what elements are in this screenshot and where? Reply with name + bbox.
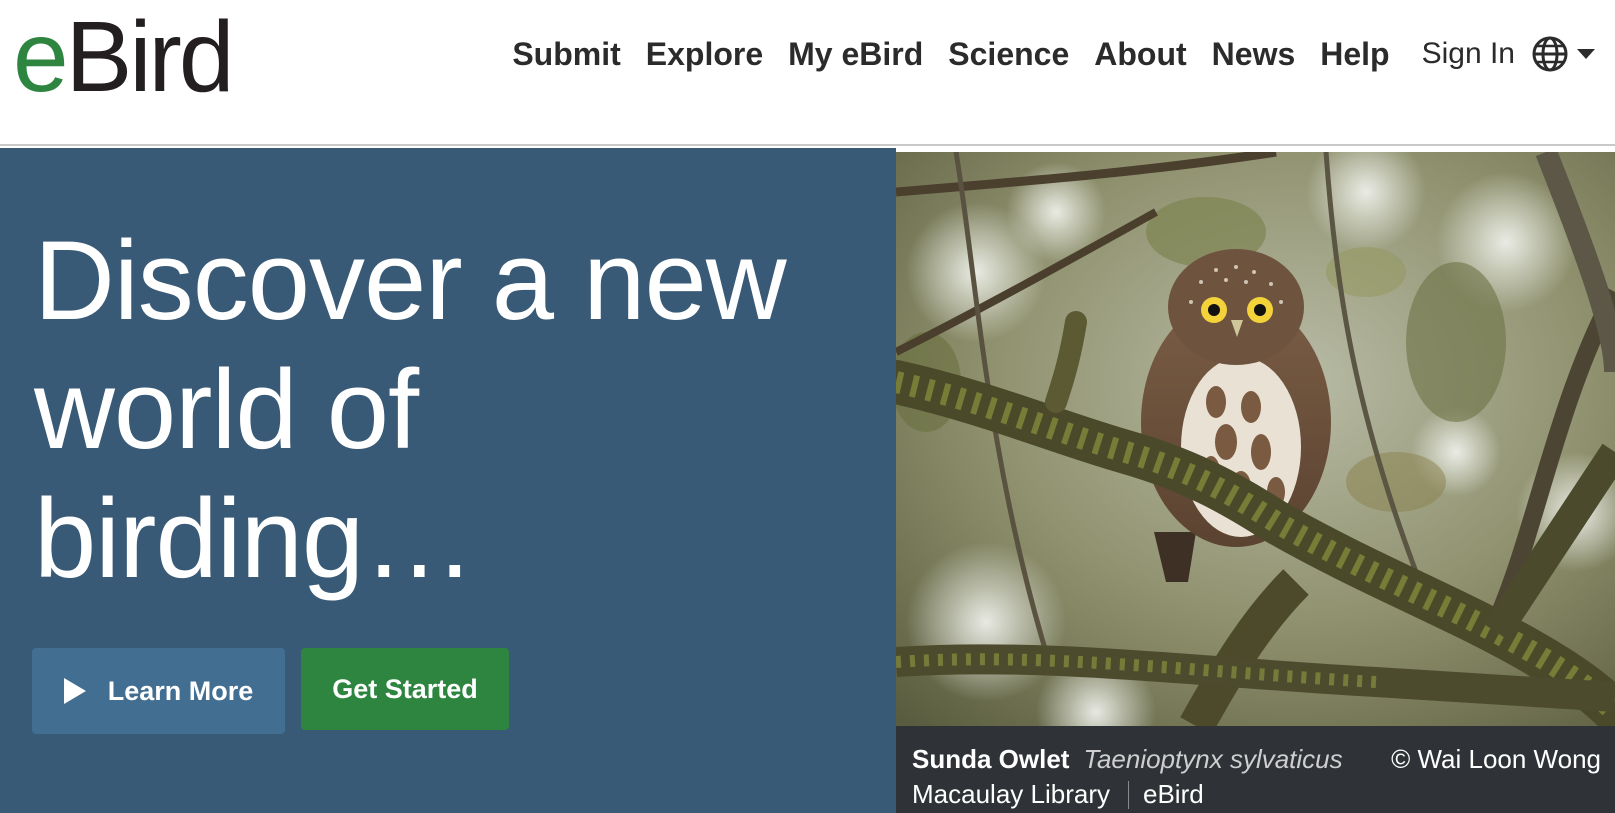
macaulay-library-link[interactable]: Macaulay Library [912, 779, 1110, 810]
sign-in-link[interactable]: Sign In [1422, 37, 1515, 71]
hero-title-line-3: birding… [34, 476, 475, 601]
learn-more-button[interactable]: Learn More [32, 648, 285, 734]
hero-title: Discover a new world of birding… [34, 216, 834, 603]
species-scientific-name: Taenioptynx sylvaticus [1083, 744, 1343, 774]
site-header: eBird Submit Explore My eBird Science Ab… [0, 0, 1615, 146]
caret-down-icon [1577, 49, 1595, 59]
nav-explore[interactable]: Explore [646, 36, 763, 73]
logo-word-bird: Bird [65, 1, 235, 113]
owl-photo [896, 152, 1615, 726]
hero-title-line-2: world of [34, 347, 419, 472]
nav-help[interactable]: Help [1320, 36, 1389, 73]
language-selector[interactable] [1531, 35, 1597, 73]
play-icon [63, 678, 86, 704]
ebird-logo[interactable]: eBird [13, 1, 235, 113]
nav-news[interactable]: News [1212, 36, 1296, 73]
learn-more-label: Learn More [107, 675, 254, 706]
photo-credit[interactable]: © Wai Loon Wong [1391, 744, 1601, 775]
caption-line-1: Sunda Owlet Taenioptynx sylvaticus © Wai… [912, 744, 1601, 775]
ebird-link[interactable]: eBird [1143, 779, 1204, 810]
get-started-button[interactable]: Get Started [301, 648, 509, 730]
main-nav: Submit Explore My eBird Science About Ne… [512, 28, 1597, 80]
species-common-name[interactable]: Sunda Owlet [912, 744, 1069, 775]
nav-my-ebird[interactable]: My eBird [788, 36, 923, 73]
globe-icon [1532, 36, 1568, 72]
caption-divider [1127, 780, 1129, 809]
hero-title-line-1: Discover a new [34, 218, 787, 343]
logo-letter-e: e [13, 1, 69, 113]
caption-line-2: Macaulay Library eBird [912, 779, 1204, 810]
hero-panel: Discover a new world of birding… Learn M… [0, 148, 896, 813]
nav-submit[interactable]: Submit [512, 36, 620, 73]
photo-caption: Sunda Owlet Taenioptynx sylvaticus © Wai… [896, 726, 1615, 813]
nav-about[interactable]: About [1094, 36, 1186, 73]
owl-photo-illustration [896, 152, 1615, 726]
nav-science[interactable]: Science [948, 36, 1069, 73]
get-started-label: Get Started [332, 673, 478, 704]
